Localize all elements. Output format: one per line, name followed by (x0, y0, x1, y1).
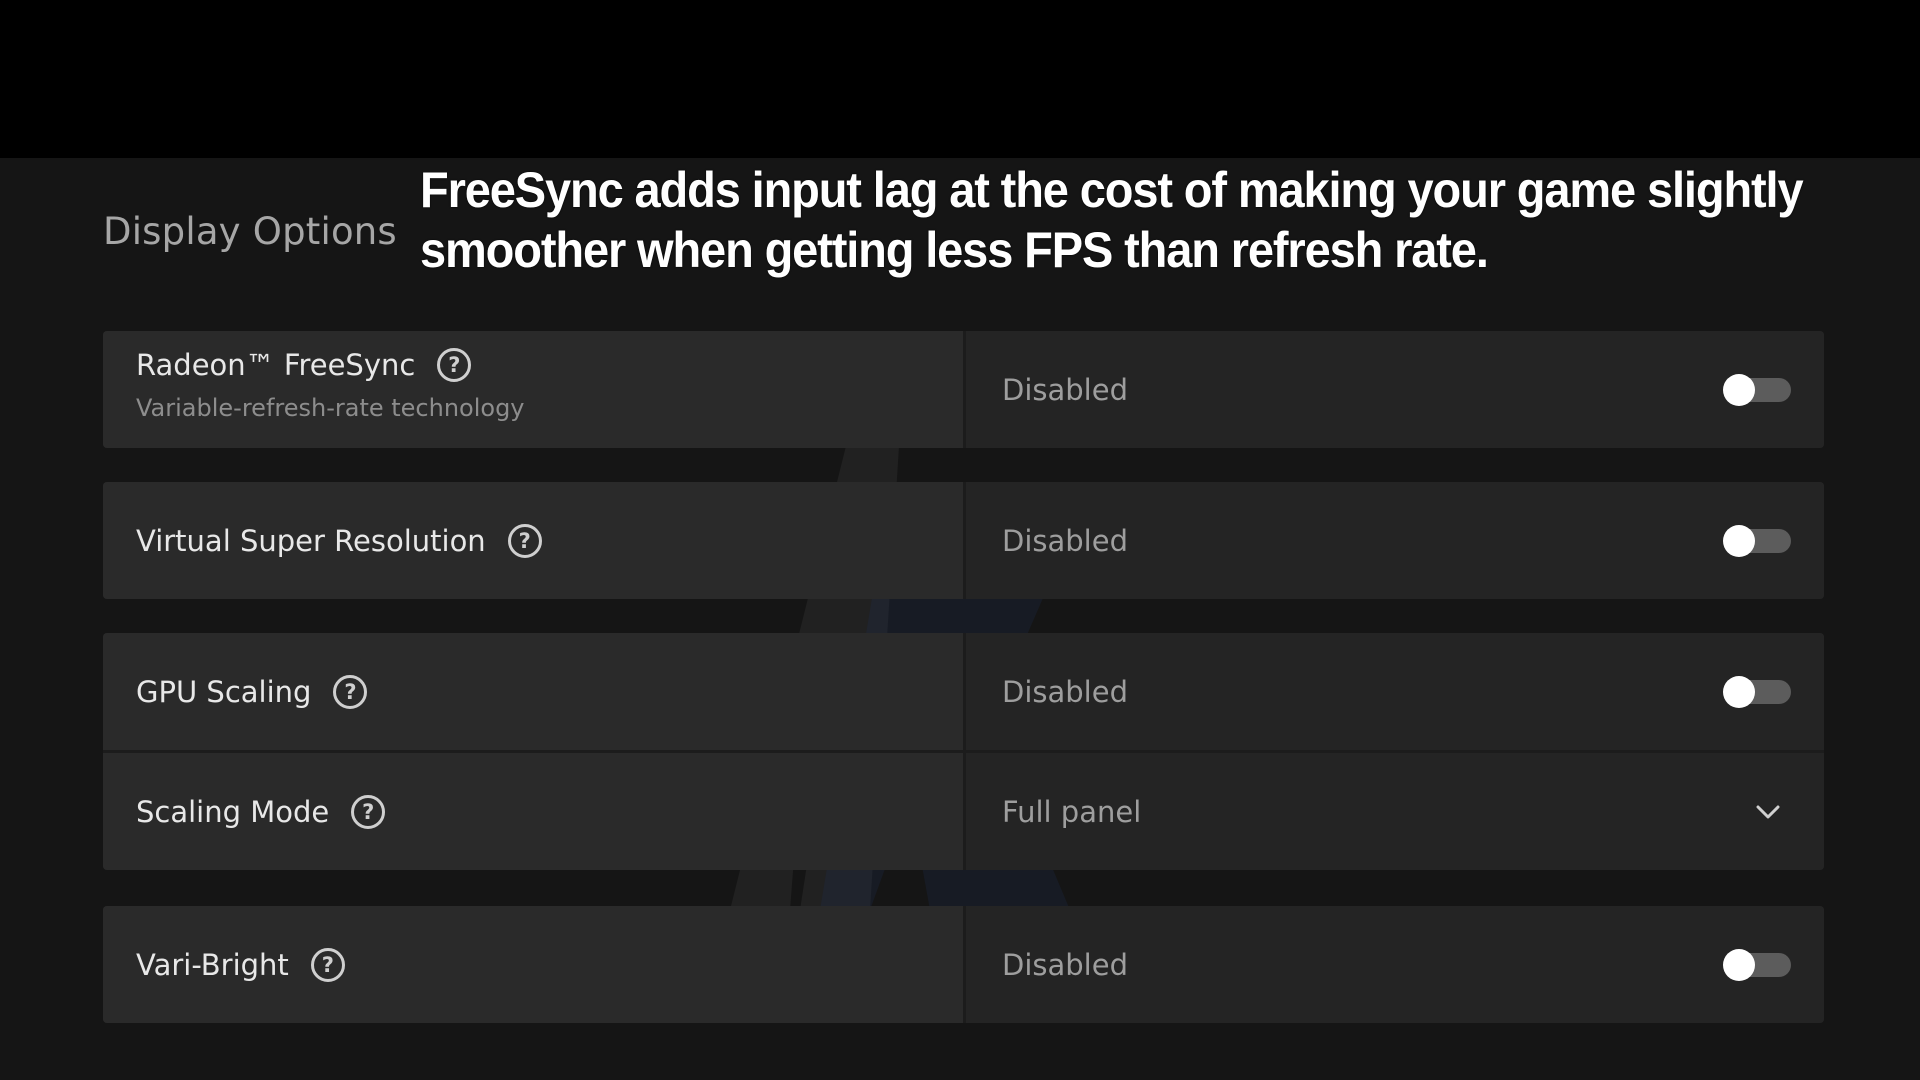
setting-value-cell: Disabled (963, 482, 1824, 599)
setting-row-vsr: Virtual Super Resolution ? Disabled (103, 482, 1824, 599)
setting-row-freesync: Radeon™ FreeSync ? Variable-refresh-rate… (103, 331, 1824, 448)
setting-label-vsr: Virtual Super Resolution (136, 523, 486, 558)
setting-label-cell: GPU Scaling ? (103, 633, 963, 750)
setting-value-cell: Disabled (963, 331, 1824, 448)
setting-label-scaling-mode: Scaling Mode (136, 794, 330, 829)
setting-label-freesync: Radeon™ FreeSync (136, 348, 416, 382)
section-title: Display Options (103, 210, 397, 253)
question-circle-icon[interactable]: ? (507, 523, 542, 558)
question-circle-icon[interactable]: ? (351, 794, 386, 829)
setting-label-vari-bright: Vari-Bright (136, 947, 289, 982)
gpu-scaling-card: GPU Scaling ? Disabled Scaling Mode ? Fu… (103, 633, 1824, 870)
setting-value-gpu-scaling: Disabled (1002, 674, 1128, 709)
vari-bright-card: Vari-Bright ? Disabled (103, 906, 1824, 1023)
setting-sublabel-freesync: Variable-refresh-rate technology (136, 394, 525, 422)
setting-value-vsr: Disabled (1002, 523, 1128, 558)
vsr-card: Virtual Super Resolution ? Disabled (103, 482, 1824, 599)
setting-label-cell: Vari-Bright ? (103, 906, 963, 1023)
chevron-down-icon[interactable] (1754, 798, 1782, 826)
toggle-knob (1723, 373, 1755, 406)
freesync-card: Radeon™ FreeSync ? Variable-refresh-rate… (103, 331, 1824, 448)
setting-value-cell: Disabled (963, 906, 1824, 1023)
vari-bright-toggle[interactable] (1723, 948, 1791, 981)
screenshot-stage: Display Options Radeon™ FreeSync ? Varia… (0, 0, 1920, 1080)
setting-value-vari-bright: Disabled (1002, 947, 1128, 982)
setting-label-cell: Radeon™ FreeSync ? Variable-refresh-rate… (103, 331, 963, 448)
overlay-caption: FreeSync adds input lag at the cost of m… (420, 162, 1804, 278)
question-circle-icon[interactable]: ? (333, 674, 368, 709)
setting-label-cell: Virtual Super Resolution ? (103, 482, 963, 599)
question-circle-icon[interactable]: ? (437, 348, 472, 382)
setting-label-gpu-scaling: GPU Scaling (136, 674, 312, 709)
setting-row-scaling-mode: Scaling Mode ? Full panel (103, 750, 1824, 870)
setting-row-vari-bright: Vari-Bright ? Disabled (103, 906, 1824, 1023)
setting-label-cell: Scaling Mode ? (103, 753, 963, 870)
toggle-knob (1723, 524, 1755, 557)
setting-value-scaling-mode: Full panel (1002, 794, 1142, 829)
freesync-toggle[interactable] (1723, 373, 1791, 406)
setting-row-gpu-scaling: GPU Scaling ? Disabled (103, 633, 1824, 750)
scaling-mode-dropdown[interactable]: Full panel (963, 753, 1824, 870)
vsr-toggle[interactable] (1723, 524, 1791, 557)
setting-value-cell: Disabled (963, 633, 1824, 750)
toggle-knob (1723, 948, 1755, 981)
gpu-scaling-toggle[interactable] (1723, 675, 1791, 708)
setting-value-freesync: Disabled (1002, 372, 1128, 407)
toggle-knob (1723, 675, 1755, 708)
question-circle-icon[interactable]: ? (310, 947, 345, 982)
